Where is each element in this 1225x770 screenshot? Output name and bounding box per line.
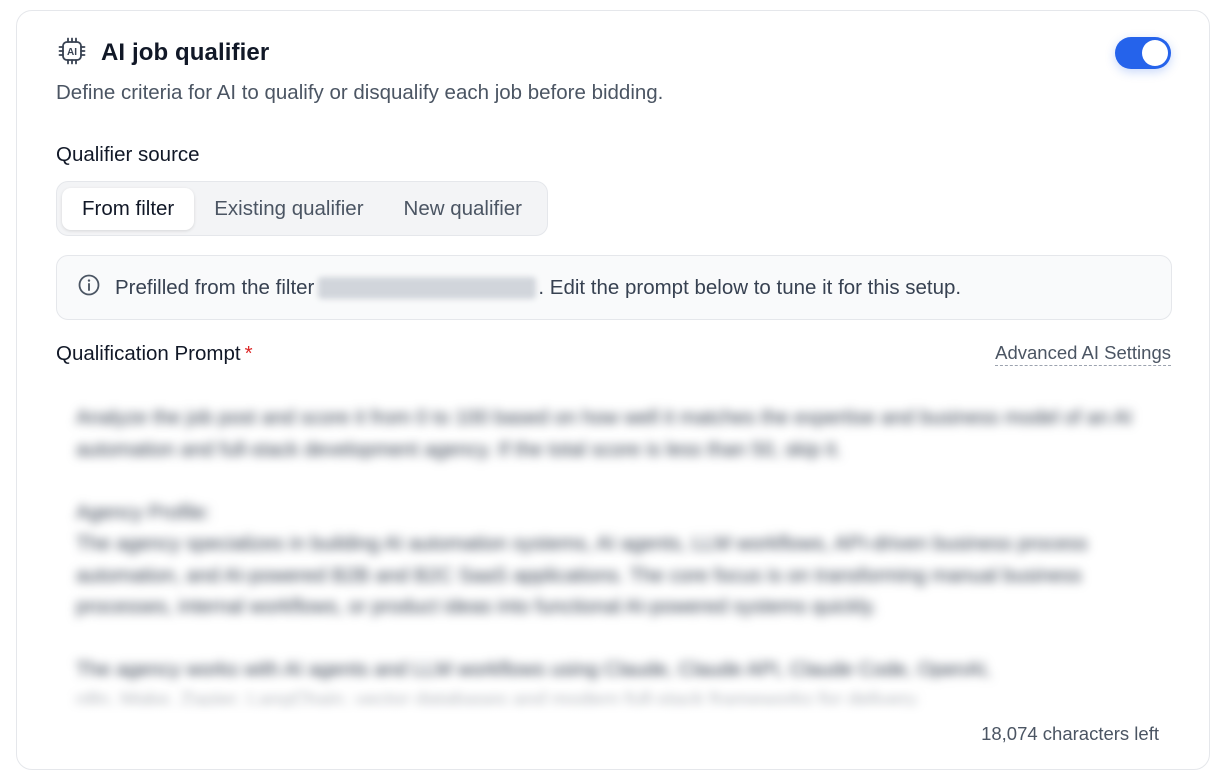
ai-chip-icon: AI — [57, 36, 101, 71]
characters-left-counter: 18,074 characters left — [981, 723, 1159, 744]
info-icon — [77, 273, 115, 303]
qualification-prompt-textarea[interactable]: Analyze the job post and score it from 0… — [56, 385, 1172, 715]
card-title: AI job qualifier — [101, 39, 270, 66]
qualifier-source-segmented-control: From filter Existing qualifier New quali… — [56, 181, 549, 236]
info-suffix-text: . Edit the prompt below to tune it for t… — [538, 275, 962, 299]
source-option-new-qualifier[interactable]: New qualifier — [384, 188, 543, 230]
info-prefix-text: Prefilled from the filter — [115, 275, 315, 299]
prompt-label-text: Qualification Prompt — [56, 342, 241, 365]
enable-toggle[interactable] — [1115, 37, 1171, 69]
toggle-knob — [1142, 40, 1168, 66]
qualifier-source-label: Qualifier source — [56, 143, 200, 166]
source-option-from-filter[interactable]: From filter — [62, 187, 195, 230]
prompt-fade-overlay — [56, 675, 1172, 715]
card-subtitle: Define criteria for AI to qualify or dis… — [56, 81, 664, 104]
ai-job-qualifier-card: AI AI job qualifier Define criteria for … — [16, 10, 1210, 770]
prefill-info-banner: Prefilled from the filter . Edit the pro… — [56, 255, 1172, 320]
source-option-existing-qualifier[interactable]: Existing qualifier — [194, 188, 383, 230]
required-asterisk: * — [244, 342, 253, 365]
prompt-text-content: Analyze the job post and score it from 0… — [76, 407, 1133, 713]
qualification-prompt-label: Qualification Prompt * — [56, 342, 253, 366]
advanced-ai-settings-link[interactable]: Advanced AI Settings — [995, 342, 1171, 366]
card-header: AI AI job qualifier — [57, 37, 1171, 69]
svg-text:AI: AI — [67, 47, 77, 58]
filter-name-redacted — [318, 276, 537, 299]
